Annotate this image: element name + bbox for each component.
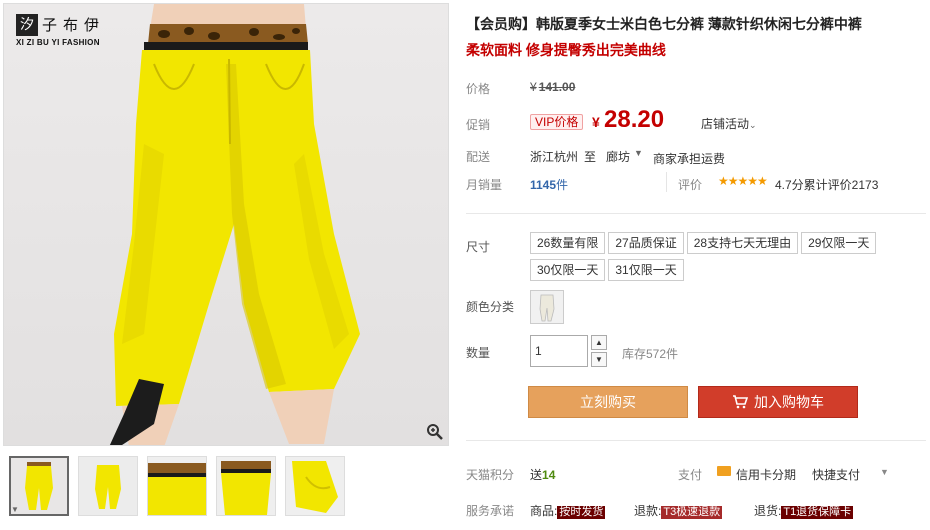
- service-item: 退款: T3极速退款: [634, 504, 723, 519]
- monthly-sales: 1145件: [530, 178, 569, 192]
- divider: [666, 172, 667, 192]
- credit-card-icon: [717, 466, 731, 476]
- price-label: 价格: [466, 82, 491, 96]
- service-badge[interactable]: T1退货保障卡: [781, 506, 854, 519]
- store-activity-dropdown[interactable]: 店铺活动⌄: [701, 115, 757, 132]
- cart-icon: [733, 394, 748, 409]
- stock-count: 库存572件: [622, 347, 679, 361]
- vip-price: 28.20: [604, 106, 665, 133]
- size-option[interactable]: 26数量有限: [530, 232, 606, 254]
- size-option[interactable]: 27品质保证: [608, 232, 684, 254]
- promo-box: 促销 VIP价格 ¥ 28.20 店铺活动⌄: [466, 98, 926, 144]
- points-label: 天猫积分: [466, 468, 515, 482]
- product-gallery: 汐 子布伊 XI ZI BU YI FASHION ▼: [3, 3, 449, 527]
- thumbnail-strip: ▼: [9, 456, 345, 516]
- service-badge[interactable]: T3极速退款: [661, 506, 723, 519]
- thumbnail[interactable]: ▼: [9, 456, 69, 516]
- brand-mark: 汐: [16, 14, 38, 36]
- chevron-down-icon: ⌄: [749, 120, 757, 130]
- quantity-label: 数量: [466, 346, 491, 360]
- size-option[interactable]: 31仅限一天: [608, 259, 684, 281]
- service-item: 商品: 按时发货: [530, 504, 606, 519]
- ship-from: 浙江杭州: [530, 150, 579, 164]
- ship-to-word: 至: [584, 150, 597, 164]
- quantity-input[interactable]: [530, 335, 588, 367]
- scroll-arrow-icon: ▼: [11, 505, 19, 514]
- size-option[interactable]: 30仅限一天: [530, 259, 606, 281]
- quick-payment[interactable]: 快捷支付: [812, 466, 860, 483]
- product-title: 【会员购】韩版夏季女士米白色七分裤 薄款针织休闲七分裤中裤: [466, 16, 862, 32]
- brand-name: 子布伊: [42, 16, 106, 34]
- quantity-increase-button[interactable]: ▲: [591, 335, 607, 350]
- service-label: 服务承诺: [466, 504, 515, 518]
- vip-badge: VIP价格: [530, 114, 584, 130]
- thumbnail[interactable]: [216, 456, 276, 516]
- buy-now-button[interactable]: 立刻购买: [528, 386, 688, 418]
- brand-logo: 汐 子布伊 XI ZI BU YI FASHION: [16, 14, 112, 50]
- color-label: 颜色分类: [466, 300, 515, 314]
- shipping-label: 配送: [466, 150, 491, 164]
- promo-label: 促销: [466, 118, 491, 132]
- ship-city-selector[interactable]: 廊坊: [606, 148, 630, 165]
- divider: [466, 440, 926, 441]
- divider: [466, 213, 926, 214]
- size-option[interactable]: 29仅限一天: [801, 232, 877, 254]
- quantity-decrease-button[interactable]: ▼: [591, 352, 607, 367]
- review-summary-link[interactable]: 4.7分累计评价2173: [775, 176, 878, 193]
- brand-tagline: XI ZI BU YI FASHION: [16, 38, 100, 47]
- pants-illustration: [109, 4, 360, 445]
- points-value: 送14: [530, 468, 556, 482]
- payment-label: 支付: [678, 468, 703, 482]
- thumbnail[interactable]: [147, 456, 207, 516]
- caret-down-icon[interactable]: ▼: [880, 467, 889, 477]
- thumbnail[interactable]: [285, 456, 345, 516]
- review-label: 评价: [678, 178, 703, 192]
- service-badge[interactable]: 按时发货: [557, 506, 606, 519]
- thumbnail[interactable]: [78, 456, 138, 516]
- installment-payment[interactable]: 信用卡分期: [736, 466, 796, 483]
- zoom-icon[interactable]: [426, 423, 444, 441]
- main-product-image[interactable]: 汐 子布伊 XI ZI BU YI FASHION: [3, 3, 449, 446]
- caret-down-icon[interactable]: ▼: [634, 148, 643, 158]
- vip-currency: ¥: [592, 114, 600, 130]
- size-options: 26数量有限 27品质保证 28支持七天无理由 29仅限一天 30仅限一天 31仅限一天: [530, 232, 920, 286]
- sales-label: 月销量: [466, 178, 503, 192]
- add-to-cart-button[interactable]: 加入购物车: [698, 386, 858, 418]
- product-subtitle: 柔软面料 修身提臀秀出完美曲线: [466, 42, 666, 58]
- color-swatch[interactable]: [530, 290, 564, 324]
- size-label: 尺寸: [466, 240, 491, 254]
- rating-stars-icon: ★★★★★: [718, 174, 768, 188]
- original-price: ¥141.00: [530, 80, 576, 94]
- shipping-fee: 商家承担运费: [653, 152, 726, 166]
- size-option[interactable]: 28支持七天无理由: [686, 232, 799, 254]
- product-detail: 【会员购】韩版夏季女士米白色七分裤 薄款针织休闲七分裤中裤 柔软面料 修身提臀秀…: [466, 0, 926, 530]
- service-item: 退货: T1退货保障卡: [754, 504, 854, 519]
